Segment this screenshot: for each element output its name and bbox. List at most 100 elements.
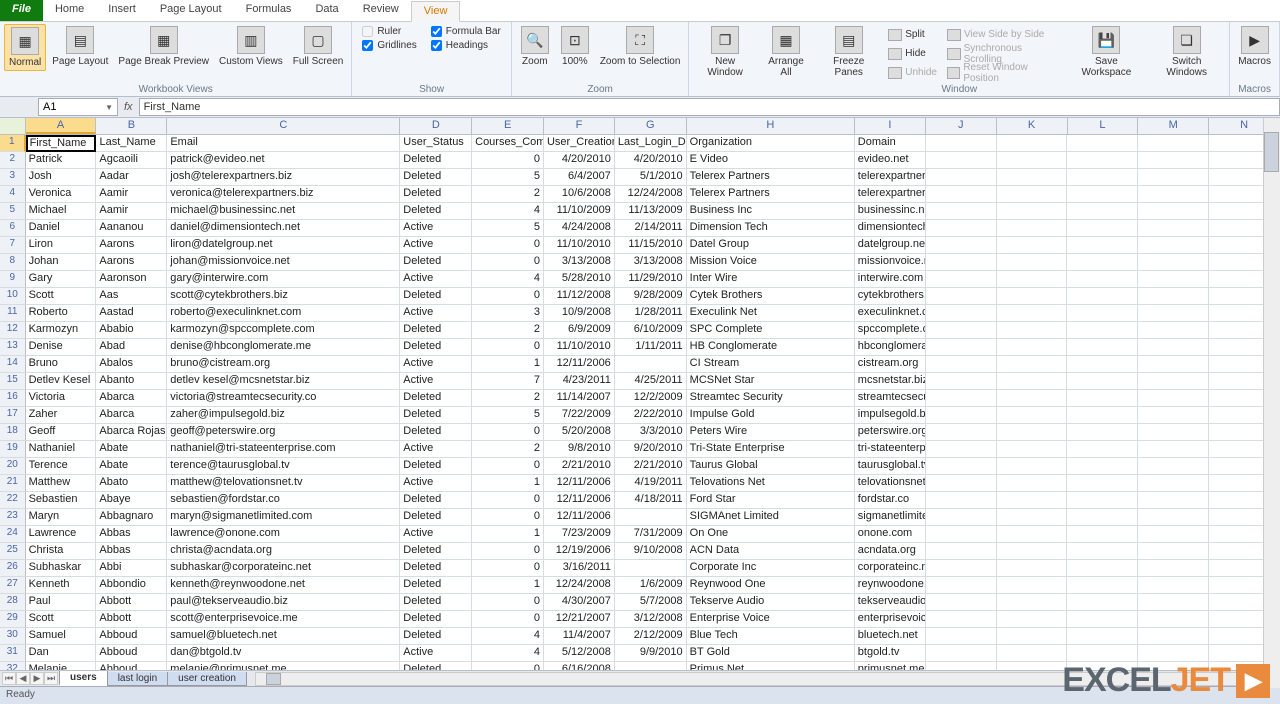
cell[interactable]: [1067, 407, 1138, 424]
cell[interactable]: Deleted: [400, 577, 472, 594]
cell[interactable]: [926, 373, 997, 390]
macros-button[interactable]: ▶Macros: [1234, 24, 1275, 69]
cell[interactable]: SPC Complete: [687, 322, 855, 339]
cell[interactable]: Gary: [26, 271, 97, 288]
cell[interactable]: [1138, 645, 1209, 662]
cell[interactable]: [926, 560, 997, 577]
cell[interactable]: Aas: [96, 288, 167, 305]
freeze-panes-button[interactable]: ▤Freeze Panes: [815, 24, 882, 80]
row-header[interactable]: 20: [0, 458, 26, 475]
cell[interactable]: 6/16/2008: [544, 662, 615, 670]
cell[interactable]: Deleted: [400, 611, 472, 628]
cell[interactable]: 9/9/2010: [615, 645, 687, 662]
cell[interactable]: cytekbrothers.biz: [855, 288, 926, 305]
cell[interactable]: Daniel: [26, 220, 97, 237]
cell[interactable]: spccomplete.com: [855, 322, 926, 339]
cell[interactable]: 12/19/2006: [544, 543, 615, 560]
custom-views-button[interactable]: ▥Custom Views: [215, 24, 287, 69]
cell[interactable]: 5/28/2010: [544, 271, 615, 288]
cell[interactable]: Deleted: [400, 322, 472, 339]
cell[interactable]: [926, 475, 997, 492]
row-header[interactable]: 28: [0, 594, 26, 611]
cell[interactable]: [997, 169, 1068, 186]
cell[interactable]: CI Stream: [687, 356, 855, 373]
cell[interactable]: michael@businessinc.net: [167, 203, 400, 220]
cell[interactable]: Abalos: [96, 356, 167, 373]
cell[interactable]: Abbondio: [96, 577, 167, 594]
cell[interactable]: Denise: [26, 339, 97, 356]
cell[interactable]: enterprisevoice.me: [855, 611, 926, 628]
cell[interactable]: Aadar: [96, 169, 167, 186]
cell[interactable]: Abad: [96, 339, 167, 356]
cell[interactable]: [1138, 254, 1209, 271]
cell[interactable]: denise@hbconglomerate.me: [167, 339, 400, 356]
cell[interactable]: Deleted: [400, 254, 472, 271]
cell[interactable]: Active: [400, 356, 472, 373]
cell[interactable]: [997, 407, 1068, 424]
row-header[interactable]: 13: [0, 339, 26, 356]
hide-button[interactable]: Hide: [888, 45, 937, 62]
sheet-tab-users[interactable]: users: [59, 671, 108, 686]
cell[interactable]: 0: [472, 492, 544, 509]
cell[interactable]: nathaniel@tri-stateenterprise.com: [167, 441, 400, 458]
sheet-tab-last-login[interactable]: last login: [107, 672, 168, 686]
row-header[interactable]: 17: [0, 407, 26, 424]
name-box-dropdown-icon[interactable]: ▼: [105, 103, 113, 112]
column-header-I[interactable]: I: [855, 118, 926, 134]
cell[interactable]: [1067, 628, 1138, 645]
cell[interactable]: Matthew: [26, 475, 97, 492]
tab-formulas[interactable]: Formulas: [234, 0, 304, 21]
tab-page-layout[interactable]: Page Layout: [148, 0, 234, 21]
cell[interactable]: Aarons: [96, 254, 167, 271]
cell[interactable]: reynwoodone.net: [855, 577, 926, 594]
cell[interactable]: [1067, 560, 1138, 577]
cell[interactable]: [1067, 611, 1138, 628]
cell[interactable]: [1067, 526, 1138, 543]
row-header[interactable]: 11: [0, 305, 26, 322]
cell[interactable]: 0: [472, 509, 544, 526]
cell[interactable]: scott@cytekbrothers.biz: [167, 288, 400, 305]
column-header-B[interactable]: B: [96, 118, 167, 134]
cell[interactable]: Deleted: [400, 339, 472, 356]
cell[interactable]: Patrick: [26, 152, 97, 169]
cell[interactable]: [1138, 577, 1209, 594]
row-header[interactable]: 8: [0, 254, 26, 271]
cell[interactable]: [997, 458, 1068, 475]
cell[interactable]: Deleted: [400, 594, 472, 611]
cell[interactable]: First_Name: [26, 135, 97, 152]
cell[interactable]: [926, 390, 997, 407]
cell[interactable]: [926, 492, 997, 509]
cell[interactable]: [1067, 169, 1138, 186]
cell[interactable]: Business Inc: [687, 203, 855, 220]
row-header[interactable]: 26: [0, 560, 26, 577]
cell[interactable]: 3/12/2008: [615, 611, 687, 628]
cell[interactable]: 2: [472, 441, 544, 458]
cell[interactable]: [1138, 169, 1209, 186]
cell[interactable]: maryn@sigmanetlimited.com: [167, 509, 400, 526]
column-header-J[interactable]: J: [926, 118, 997, 134]
cell[interactable]: Abarca: [96, 407, 167, 424]
cell[interactable]: [997, 203, 1068, 220]
cell[interactable]: Cytek Brothers: [687, 288, 855, 305]
cell[interactable]: [926, 322, 997, 339]
tab-insert[interactable]: Insert: [96, 0, 148, 21]
formula-bar-checkbox[interactable]: Formula Bar: [431, 26, 501, 37]
cell[interactable]: 2/14/2011: [615, 220, 687, 237]
cell[interactable]: scott@enterprisevoice.me: [167, 611, 400, 628]
cell[interactable]: [997, 220, 1068, 237]
cell[interactable]: Scott: [26, 611, 97, 628]
cell[interactable]: Deleted: [400, 509, 472, 526]
cell[interactable]: [997, 577, 1068, 594]
cell[interactable]: [926, 509, 997, 526]
cell[interactable]: 11/12/2008: [544, 288, 615, 305]
cell[interactable]: [1138, 356, 1209, 373]
cell[interactable]: [1067, 373, 1138, 390]
cell[interactable]: [926, 135, 997, 152]
cell[interactable]: [926, 254, 997, 271]
cell[interactable]: Telerex Partners: [687, 169, 855, 186]
cell[interactable]: [1138, 611, 1209, 628]
cell[interactable]: [997, 288, 1068, 305]
cell[interactable]: [1067, 220, 1138, 237]
cell[interactable]: christa@acndata.org: [167, 543, 400, 560]
cell[interactable]: [1067, 390, 1138, 407]
